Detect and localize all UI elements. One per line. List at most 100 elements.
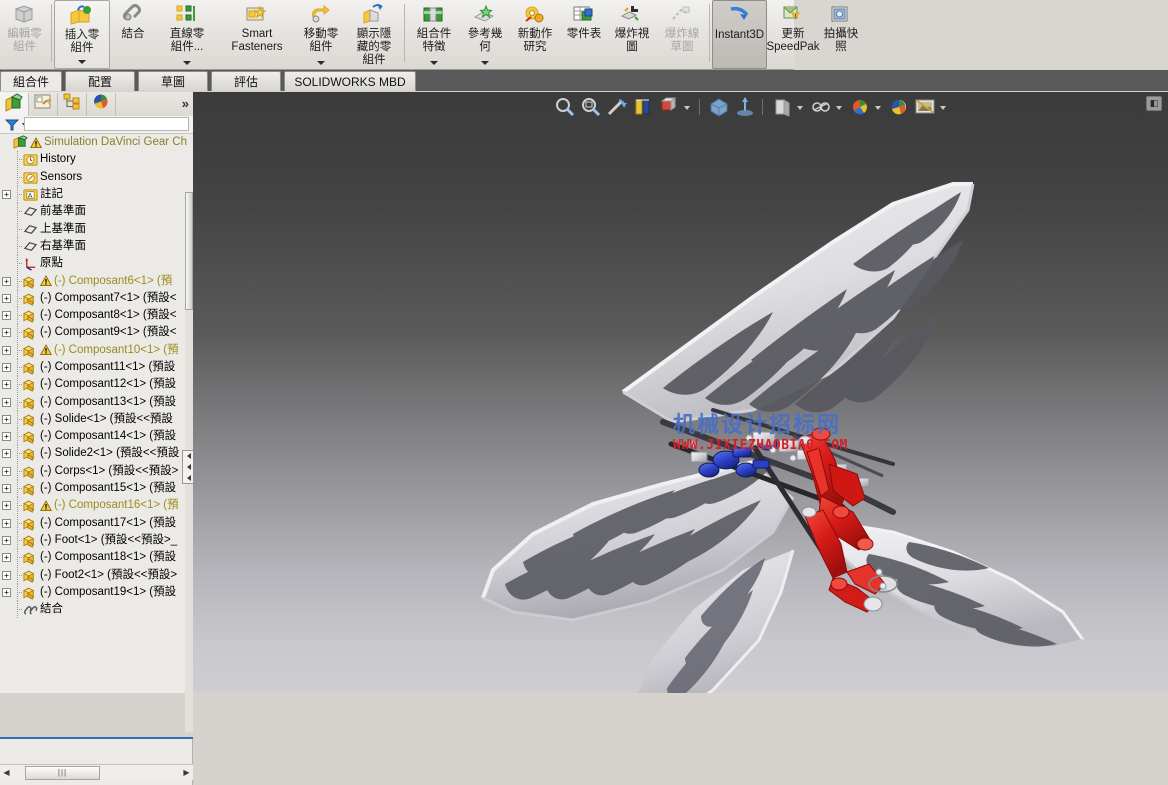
- tree-row[interactable]: + (-) Composant7<1> (預設<: [0, 289, 193, 307]
- ribbon-button-instant3d[interactable]: Instant3D: [712, 0, 767, 69]
- tree-expand-toggle[interactable]: +: [2, 535, 11, 545]
- filter-funnel-icon[interactable]: [4, 118, 20, 132]
- smart-fasteners-icon: [244, 3, 270, 27]
- tree-expand-toggle[interactable]: +: [2, 432, 11, 442]
- tree-row[interactable]: + (-) Composant11<1> (預設: [0, 359, 193, 376]
- tree-row[interactable]: + (-) Foot<1> (預設<<預設>_: [0, 531, 193, 549]
- tree-row[interactable]: + (-) Composant18<1> (預設: [0, 549, 193, 567]
- feature-manager-tab[interactable]: [0, 91, 29, 117]
- ribbon-button-update-speedpak[interactable]: ! 更新 SpeedPak: [766, 0, 820, 69]
- ribbon-button-show-hidden-components[interactable]: 顯示隱 藏的零 組件: [346, 0, 402, 69]
- tree-expand-toggle[interactable]: +: [2, 553, 11, 563]
- ribbon-button-exploded-view[interactable]: 爆炸視 圖: [607, 0, 657, 69]
- more-tabs-button[interactable]: »: [182, 96, 189, 111]
- tree-row[interactable]: + (-) Composant6<1> (預: [0, 272, 193, 290]
- tree-row-label: (-) Composant6<1> (預: [54, 274, 173, 287]
- tree-row[interactable]: Simulation DaVinci Gear Ch: [0, 134, 193, 151]
- hscroll-left-arrow[interactable]: ◀: [0, 766, 13, 780]
- tree-expand-toggle[interactable]: +: [2, 190, 11, 200]
- tree-expand-toggle[interactable]: +: [2, 311, 11, 321]
- ribbon-button-edit-component[interactable]: 編輯零 組件: [0, 0, 49, 69]
- tree-connector: [13, 393, 23, 411]
- feature-tree-vscroll-thumb[interactable]: [185, 192, 193, 310]
- ribbon-button-mate[interactable]: 結合: [110, 0, 156, 69]
- tree-row[interactable]: + (-) Composant12<1> (預設: [0, 376, 193, 394]
- ornithopter-assembly-model[interactable]: [193, 92, 1168, 693]
- display-manager-tab[interactable]: [87, 92, 116, 116]
- ribbon-button-dropdown-caret[interactable]: [407, 57, 461, 68]
- configuration-manager-tab[interactable]: [58, 92, 87, 116]
- ribbon-button-move-component[interactable]: 移動零 組件: [296, 0, 346, 69]
- ribbon-button-label: 組合件 特徵: [416, 28, 452, 53]
- tree-expand-toggle[interactable]: +: [2, 345, 11, 355]
- ribbon-button-insert-component[interactable]: 插入零 組件: [54, 0, 110, 69]
- tree-row-label: Simulation DaVinci Gear Ch: [44, 136, 187, 149]
- tree-row[interactable]: 前基準面: [0, 203, 193, 221]
- tree-expand-toggle[interactable]: +: [2, 363, 11, 372]
- tree-expand-toggle[interactable]: +: [2, 414, 11, 424]
- tree-expand-toggle[interactable]: +: [2, 276, 11, 286]
- ribbon-button-dropdown-caret[interactable]: [461, 57, 509, 68]
- tab-0[interactable]: 組合件: [0, 71, 62, 92]
- hscroll-right-arrow[interactable]: ▶: [180, 766, 193, 780]
- tree-row[interactable]: + (-) Solide<1> (預設<<預設: [0, 410, 193, 428]
- tree-expand-toggle[interactable]: +: [2, 397, 11, 407]
- tree-row[interactable]: + (-) Composant9<1> (預設<: [0, 324, 193, 342]
- graphics-area[interactable]: ◧ 机械设计招标网 WWW.JIXIEZHAOBIAO.COM Y X Z: [193, 92, 1168, 693]
- tree-row[interactable]: 原點: [0, 255, 193, 273]
- hscroll-track[interactable]: |||: [13, 765, 180, 780]
- display-manager-tab-icon: [91, 92, 111, 116]
- feature-tree-filter-input[interactable]: [24, 117, 189, 131]
- ribbon-button-smart-fasteners[interactable]: Smart Fasteners: [218, 0, 296, 69]
- tree-row[interactable]: + (-) Composant19<1> (預設: [0, 583, 193, 601]
- tree-row[interactable]: 右基準面: [0, 237, 193, 255]
- tab-1[interactable]: 配置: [65, 71, 135, 91]
- tree-row[interactable]: + (-) Composant8<1> (預設<: [0, 307, 193, 325]
- tree-row[interactable]: + (-) Corps<1> (預設<<預設>: [0, 462, 193, 480]
- warning-icon: [39, 499, 53, 512]
- ribbon-button-dropdown-caret[interactable]: [55, 56, 109, 67]
- tree-expand-toggle[interactable]: +: [2, 570, 11, 580]
- tree-row-label: 前基準面: [40, 205, 86, 218]
- tree-expand-toggle[interactable]: +: [2, 587, 11, 597]
- tree-row[interactable]: + (-) Solide2<1> (預設<<預設: [0, 445, 193, 463]
- ribbon-button-new-motion-study[interactable]: 新動作 研究: [509, 0, 561, 69]
- tree-expand-toggle[interactable]: +: [2, 484, 11, 494]
- tree-row[interactable]: History: [0, 151, 193, 169]
- ribbon-button-take-snapshot[interactable]: 拍攝快 照: [819, 0, 863, 69]
- ribbon-button-assembly-features[interactable]: 組合件 特徵: [407, 0, 461, 69]
- tree-row[interactable]: + (-) Foot2<1> (預設<<預設>: [0, 566, 193, 584]
- tree-row[interactable]: + A 註記: [0, 186, 193, 204]
- tab-3[interactable]: 評估: [211, 71, 281, 91]
- ribbon-button-dropdown-caret[interactable]: [296, 57, 346, 68]
- tree-row[interactable]: 結合: [0, 601, 193, 619]
- ribbon-button-linear-pattern[interactable]: 直線零 組件...: [156, 0, 218, 69]
- tree-expand-toggle[interactable]: +: [2, 380, 11, 390]
- feature-tree-hscrollbar[interactable]: ◀ ||| ▶: [0, 764, 193, 780]
- tree-row[interactable]: + (-) Composant14<1> (預設: [0, 428, 193, 446]
- tree-row[interactable]: + (-) Composant15<1> (預設: [0, 480, 193, 498]
- property-manager-tab[interactable]: [29, 92, 58, 116]
- hscroll-thumb[interactable]: |||: [25, 765, 100, 780]
- tab-2[interactable]: 草圖: [138, 71, 208, 91]
- ribbon-button-explode-line-sketch[interactable]: 爆炸線 草圖: [657, 0, 707, 69]
- tree-row[interactable]: + (-) Composant10<1> (預: [0, 341, 193, 359]
- tree-expand-toggle[interactable]: +: [2, 328, 11, 338]
- ribbon-button-reference-geometry[interactable]: 參考幾 何: [461, 0, 509, 69]
- tree-row[interactable]: + (-) Composant17<1> (預設: [0, 514, 193, 532]
- tree-row[interactable]: + (-) Composant16<1> (預: [0, 497, 193, 515]
- tree-expand-toggle[interactable]: +: [2, 466, 11, 476]
- ribbon-button-dropdown-caret[interactable]: [156, 57, 218, 68]
- tree-expand-toggle[interactable]: +: [2, 501, 11, 511]
- tree-expand-toggle[interactable]: +: [2, 449, 11, 459]
- tree-connector: [13, 237, 23, 255]
- tree-expand-toggle[interactable]: +: [2, 293, 11, 303]
- tree-expand-toggle[interactable]: +: [2, 518, 11, 528]
- tree-connector: [13, 220, 23, 238]
- ribbon-button-bill-of-materials[interactable]: 零件表: [561, 0, 607, 69]
- ribbon-button-label: 拍攝快 照: [823, 28, 859, 53]
- tree-row[interactable]: + (-) Composant13<1> (預設: [0, 393, 193, 411]
- tree-row[interactable]: 上基準面: [0, 220, 193, 238]
- tab-4[interactable]: SOLIDWORKS MBD: [284, 71, 416, 91]
- tree-row[interactable]: Sensors: [0, 168, 193, 186]
